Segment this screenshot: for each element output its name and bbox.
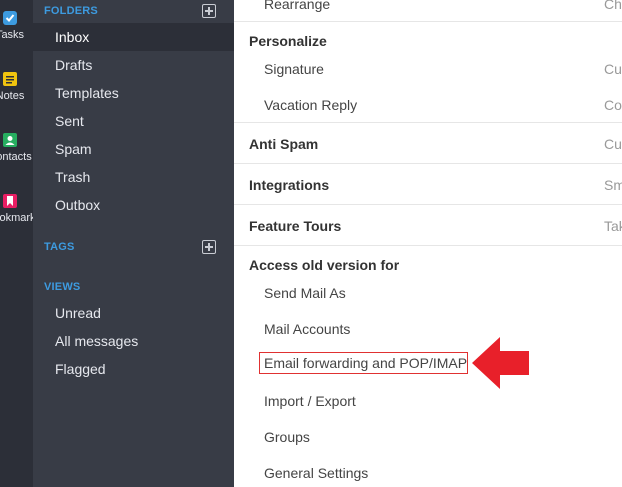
app-rail: Tasks Notes Contacts Bookmarks [0,0,33,487]
section-feature-tours[interactable]: Feature Tours [249,218,341,234]
contacts-icon [3,133,17,147]
setting-general-settings[interactable]: General Settings [264,465,368,481]
setting-import-export[interactable]: Import / Export [264,393,356,409]
sidebar-item-trash[interactable]: Trash [33,163,234,191]
setting-email-forwarding[interactable]: Email forwarding and POP/IMAP [264,355,467,371]
sidebar-item-sent[interactable]: Sent [33,107,234,135]
sidebar-item-all-messages[interactable]: All messages [33,327,234,355]
rail-label: Tasks [0,29,25,41]
sidebar-item-drafts[interactable]: Drafts [33,51,234,79]
tags-header: TAGS [44,241,75,253]
rail-label: Bookmarks [0,212,33,224]
folders-header: FOLDERS [44,5,98,17]
integrations-value: Sm [604,177,622,193]
rail-item-contacts[interactable]: Contacts [0,131,33,163]
sidebar-item-unread[interactable]: Unread [33,299,234,327]
divider [234,21,622,22]
sidebar-item-inbox[interactable]: Inbox [33,23,234,51]
rail-label: Contacts [0,151,32,163]
divider [234,122,622,123]
rail-item-notes[interactable]: Notes [0,70,33,102]
rail-item-tasks[interactable]: Tasks [0,9,33,41]
divider [234,204,622,205]
section-access-old-version: Access old version for [249,257,400,273]
rail-item-bookmarks[interactable]: Bookmarks [0,192,33,224]
setting-groups[interactable]: Groups [264,429,310,445]
section-integrations[interactable]: Integrations [249,177,329,193]
divider [234,245,622,246]
folder-sidebar: FOLDERS Inbox Drafts Templates Sent Spam… [33,0,234,487]
tasks-icon [3,11,17,25]
rail-label: Notes [0,90,25,102]
section-personalize[interactable]: Personalize [249,33,327,49]
feature-tours-value: Tak [604,218,622,234]
sidebar-item-outbox[interactable]: Outbox [33,191,234,219]
setting-vacation-value: Co [604,97,622,113]
sidebar-item-spam[interactable]: Spam [33,135,234,163]
sidebar-item-flagged[interactable]: Flagged [33,355,234,383]
setting-signature[interactable]: Signature [264,61,324,77]
sidebar-item-templates[interactable]: Templates [33,79,234,107]
divider [234,163,622,164]
setting-signature-value: Cu [604,61,622,77]
setting-rearrange-value: Ch [604,0,622,12]
section-anti-spam[interactable]: Anti Spam [249,136,318,152]
notes-icon [3,72,17,86]
red-arrow-icon [472,337,529,389]
add-folder-button[interactable] [202,4,216,18]
add-tag-button[interactable] [202,240,216,254]
setting-rearrange[interactable]: Rearrange [264,0,330,12]
highlight-box: Email forwarding and POP/IMAP [259,352,468,374]
settings-panel: Rearrange Ch Personalize Signature Cu Va… [234,0,622,487]
setting-vacation-reply[interactable]: Vacation Reply [264,97,357,113]
views-header: VIEWS [44,281,81,293]
bookmarks-icon [3,194,17,208]
setting-send-mail-as[interactable]: Send Mail As [264,285,346,301]
anti-spam-value: Cu [604,136,622,152]
setting-mail-accounts[interactable]: Mail Accounts [264,321,350,337]
